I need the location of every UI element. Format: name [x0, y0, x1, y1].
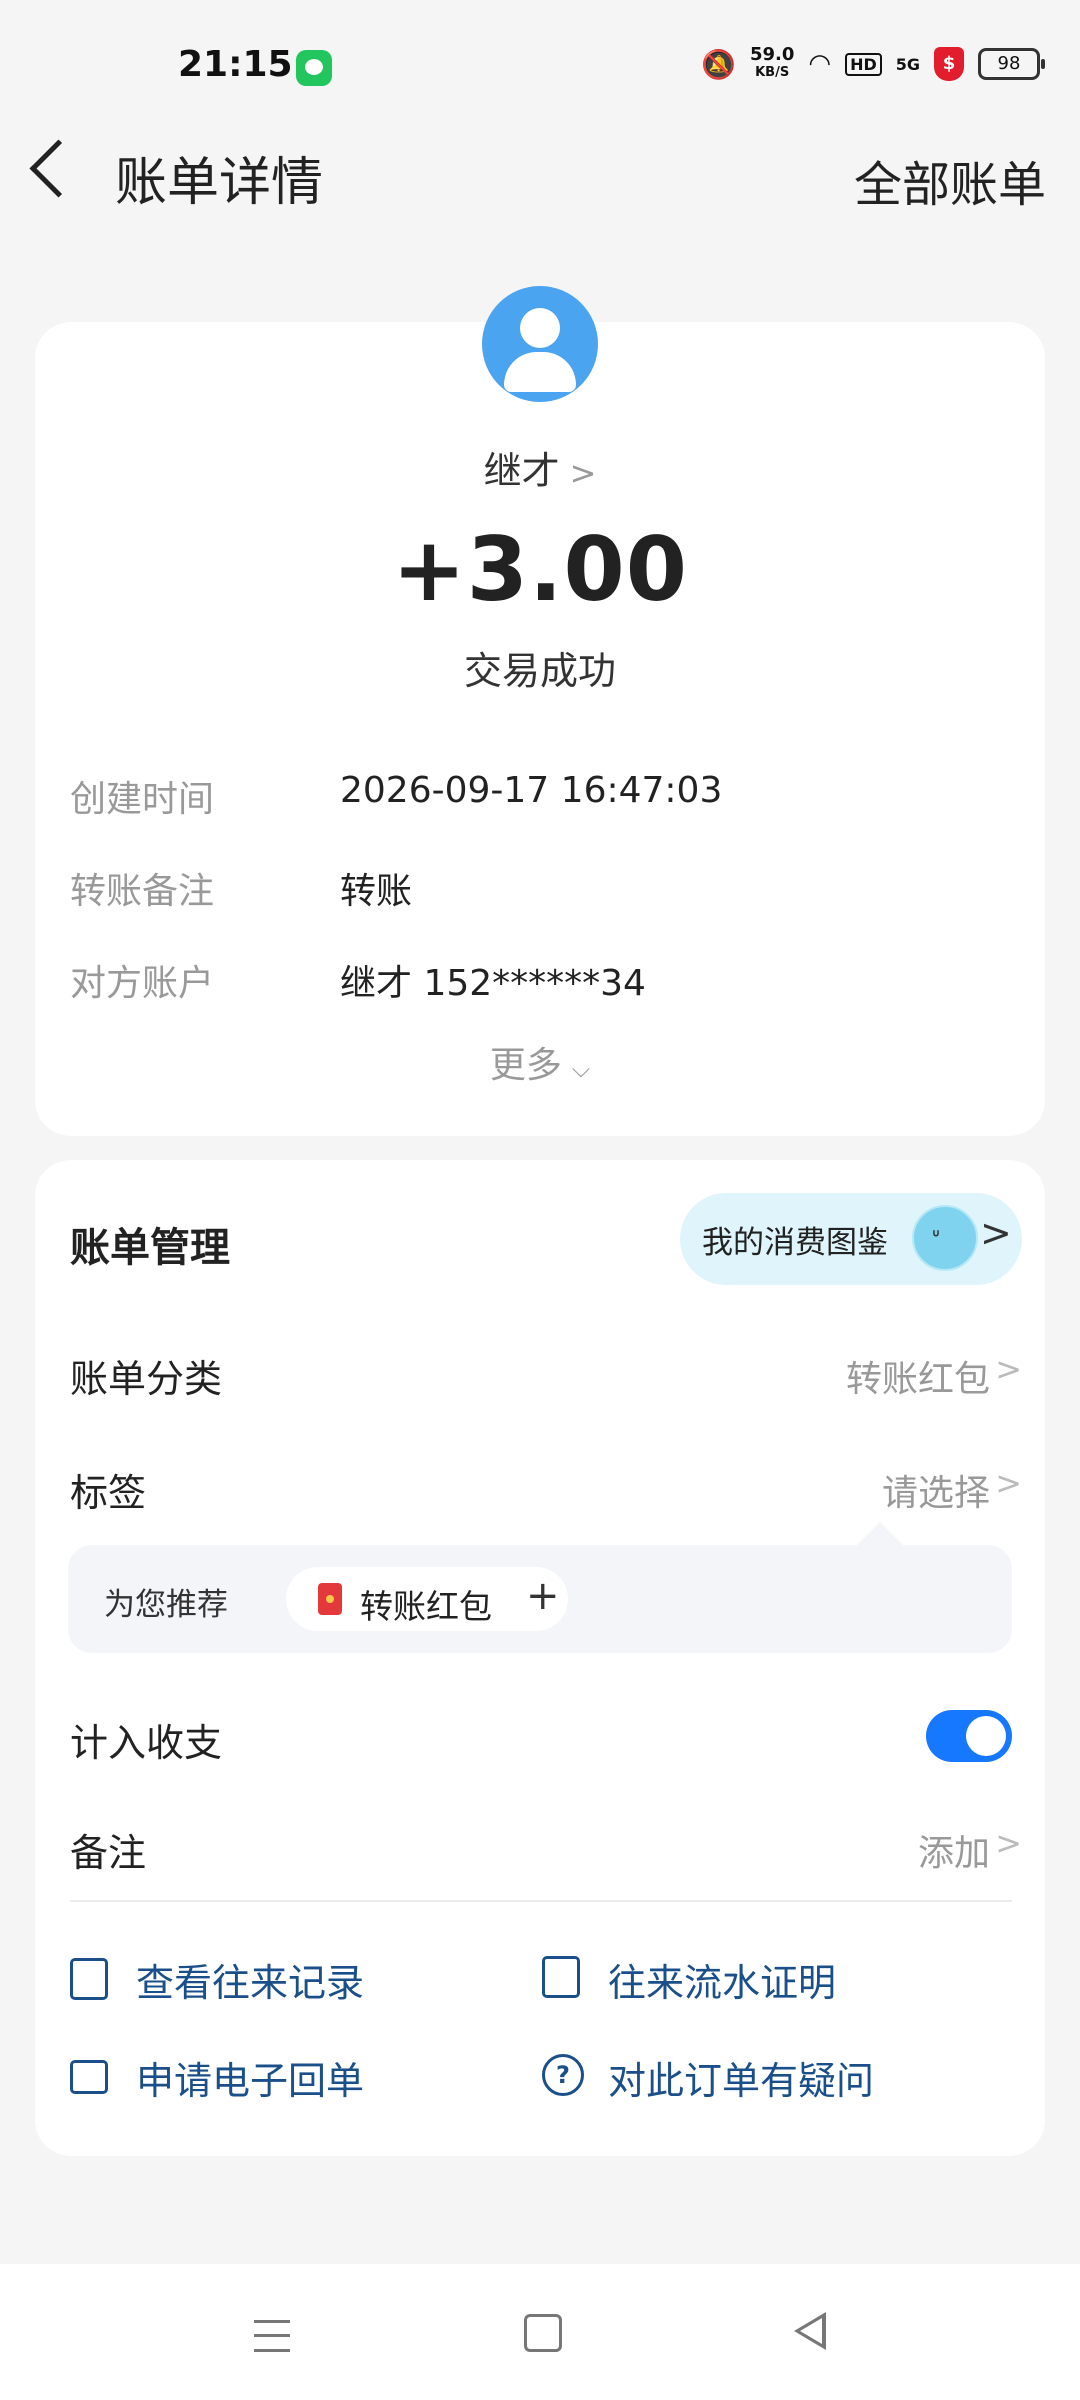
back-triangle-icon[interactable]: [794, 2312, 826, 2350]
created-time-value: 2026-09-17 16:47:03: [340, 770, 723, 811]
tag-select[interactable]: 请选择: [882, 1464, 990, 1516]
back-arrow-icon[interactable]: [29, 139, 88, 198]
all-bills-link[interactable]: 全部账单: [854, 145, 1046, 215]
transaction-status: 交易成功: [463, 649, 616, 693]
red-packet-icon: [318, 1583, 342, 1615]
chevron-right-icon[interactable]: >: [995, 1464, 1022, 1502]
note-add[interactable]: 添加: [918, 1824, 990, 1876]
recommend-tag-chip[interactable]: 转账红包 +: [286, 1567, 568, 1631]
income-expense-toggle[interactable]: [926, 1710, 1012, 1762]
page-title: 账单详情: [115, 153, 324, 213]
transaction-certificate-link[interactable]: 往来流水证明: [608, 1952, 836, 2007]
mascot-icon: ᐡ: [912, 1205, 978, 1271]
divider: [70, 1900, 1012, 1902]
consumption-gallery-button[interactable]: 我的消费图鉴 ᐡ >: [680, 1193, 1022, 1285]
system-nav-bar: [0, 2264, 1080, 2400]
transfer-note-value: 转账: [340, 871, 413, 912]
certificate-icon: [542, 1956, 580, 1998]
chevron-right-icon: >: [980, 1211, 1012, 1255]
status-time: 21:15: [178, 44, 293, 85]
note-label: 备注: [70, 1831, 147, 1875]
signal-icon: 5G: [895, 54, 920, 74]
recommend-label: 为您推荐: [104, 1587, 228, 1623]
status-bar: 21:15 🔕 59.0 KB/S ◠ HD 5G $ 98: [0, 0, 1080, 120]
payee-name[interactable]: 继才 >: [0, 440, 1080, 495]
mute-icon: 🔕: [701, 47, 736, 81]
recommend-pointer: [856, 1522, 904, 1546]
amount: +3.00: [392, 518, 688, 621]
question-icon: ?: [542, 2054, 584, 2096]
wifi-icon: ◠: [808, 49, 832, 79]
menu-icon[interactable]: [254, 2320, 290, 2352]
view-records-link[interactable]: 查看往来记录: [136, 1952, 364, 2007]
hd-icon: HD: [845, 52, 882, 76]
tag-recommendation-box: 为您推荐 转账红包 +: [68, 1545, 1012, 1653]
more-button[interactable]: 更多 ⌵: [0, 1036, 1080, 1088]
records-icon: [70, 1958, 108, 2000]
net-speed: 59.0 KB/S: [749, 44, 795, 81]
status-icons: 🔕 59.0 KB/S ◠ HD 5G $ 98: [701, 44, 1045, 82]
home-icon[interactable]: [524, 2314, 562, 2352]
created-time-label: 创建时间: [70, 779, 215, 820]
avatar[interactable]: [482, 286, 598, 402]
message-app-icon: [296, 50, 332, 86]
chevron-right-icon: >: [569, 454, 597, 492]
mail-icon: [70, 2060, 108, 2094]
e-receipt-link[interactable]: 申请电子回单: [136, 2050, 364, 2105]
chevron-right-icon[interactable]: >: [995, 1824, 1022, 1862]
security-shield-icon: $: [934, 47, 964, 81]
plus-icon: +: [526, 1573, 560, 1619]
management-title: 账单管理: [70, 1225, 230, 1271]
bill-category-value[interactable]: 转账红包: [846, 1350, 990, 1402]
tag-label: 标签: [70, 1471, 147, 1515]
transfer-note-label: 转账备注: [70, 871, 215, 912]
order-question-link[interactable]: 对此订单有疑问: [608, 2050, 874, 2105]
bill-category-label: 账单分类: [70, 1357, 223, 1401]
chevron-right-icon[interactable]: >: [995, 1350, 1022, 1388]
income-expense-label: 计入收支: [70, 1721, 223, 1765]
battery-icon: 98: [978, 48, 1045, 80]
counterparty-label: 对方账户: [70, 963, 215, 1004]
counterparty-value: 继才 152******34: [340, 963, 646, 1004]
chevron-down-icon: ⌵: [571, 1055, 591, 1083]
